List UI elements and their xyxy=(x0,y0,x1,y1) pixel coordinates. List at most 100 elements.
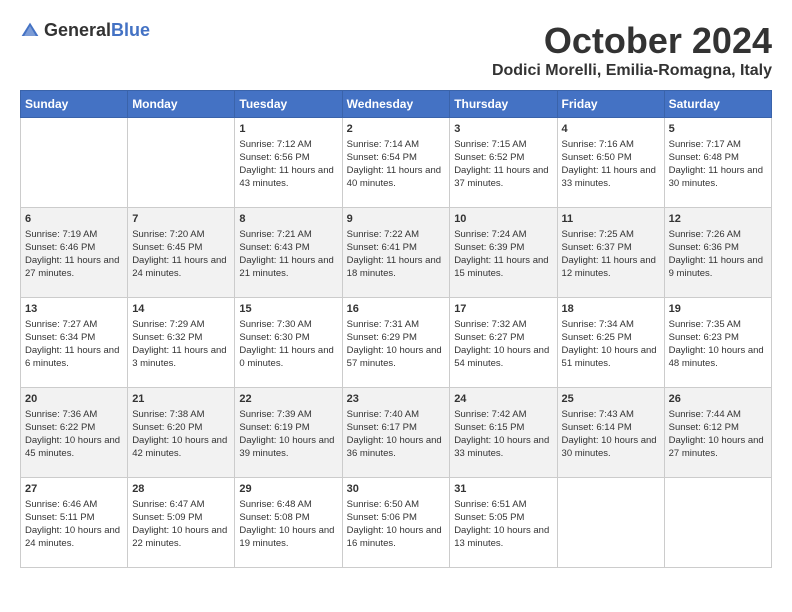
day-number: 2 xyxy=(347,122,446,137)
day-content: Sunrise: 7:34 AM Sunset: 6:25 PM Dayligh… xyxy=(562,319,660,370)
week-row-2: 13 Sunrise: 7:27 AM Sunset: 6:34 PM Dayli… xyxy=(21,298,772,388)
day-content: Sunrise: 6:51 AM Sunset: 5:05 PM Dayligh… xyxy=(454,499,552,550)
day-cell xyxy=(128,118,235,208)
day-number: 17 xyxy=(454,302,552,317)
day-cell: 13 Sunrise: 7:27 AM Sunset: 6:34 PM Dayli… xyxy=(21,298,128,388)
day-number: 7 xyxy=(132,212,230,227)
logo-text-general: General xyxy=(44,20,111,40)
day-number: 3 xyxy=(454,122,552,137)
day-number: 18 xyxy=(562,302,660,317)
header-cell-saturday: Saturday xyxy=(664,91,771,118)
day-content: Sunrise: 7:42 AM Sunset: 6:15 PM Dayligh… xyxy=(454,409,552,460)
day-number: 9 xyxy=(347,212,446,227)
header-cell-sunday: Sunday xyxy=(21,91,128,118)
day-cell: 20 Sunrise: 7:36 AM Sunset: 6:22 PM Dayli… xyxy=(21,388,128,478)
day-cell xyxy=(557,478,664,568)
logo-text-blue: Blue xyxy=(111,20,150,40)
day-number: 30 xyxy=(347,482,446,497)
day-number: 1 xyxy=(239,122,337,137)
day-cell: 6Sunrise: 7:19 AM Sunset: 6:46 PM Daylig… xyxy=(21,208,128,298)
day-content: Sunrise: 7:38 AM Sunset: 6:20 PM Dayligh… xyxy=(132,409,230,460)
day-number: 21 xyxy=(132,392,230,407)
day-content: Sunrise: 6:48 AM Sunset: 5:08 PM Dayligh… xyxy=(239,499,337,550)
header-cell-thursday: Thursday xyxy=(450,91,557,118)
day-cell: 27Sunrise: 6:46 AM Sunset: 5:11 PM Dayli… xyxy=(21,478,128,568)
location-title: Dodici Morelli, Emilia-Romagna, Italy xyxy=(492,62,772,80)
day-content: Sunrise: 7:43 AM Sunset: 6:14 PM Dayligh… xyxy=(562,409,660,460)
day-cell: 15 Sunrise: 7:30 AM Sunset: 6:30 PM Dayli… xyxy=(235,298,342,388)
day-number: 13 xyxy=(25,302,123,317)
day-content: Sunrise: 7:22 AM Sunset: 6:41 PM Dayligh… xyxy=(347,229,446,280)
day-cell: 3 Sunrise: 7:15 AM Sunset: 6:52 PM Daylig… xyxy=(450,118,557,208)
day-cell: 26 Sunrise: 7:44 AM Sunset: 6:12 PM Dayli… xyxy=(664,388,771,478)
page-header: GeneralBlue October 2024 Dodici Morelli,… xyxy=(20,20,772,80)
day-cell: 1 Sunrise: 7:12 AM Sunset: 6:56 PM Daylig… xyxy=(235,118,342,208)
logo-icon xyxy=(20,21,40,41)
day-content: Sunrise: 7:40 AM Sunset: 6:17 PM Dayligh… xyxy=(347,409,446,460)
day-cell: 19Sunrise: 7:35 AM Sunset: 6:23 PM Dayli… xyxy=(664,298,771,388)
day-content: Sunrise: 7:15 AM Sunset: 6:52 PM Dayligh… xyxy=(454,139,552,190)
header-cell-friday: Friday xyxy=(557,91,664,118)
day-cell: 30Sunrise: 6:50 AM Sunset: 5:06 PM Dayli… xyxy=(342,478,450,568)
day-content: Sunrise: 7:26 AM Sunset: 6:36 PM Dayligh… xyxy=(669,229,767,280)
day-content: Sunrise: 7:24 AM Sunset: 6:39 PM Dayligh… xyxy=(454,229,552,280)
month-title: October 2024 xyxy=(492,20,772,62)
day-cell: 28 Sunrise: 6:47 AM Sunset: 5:09 PM Dayli… xyxy=(128,478,235,568)
day-cell: 22 Sunrise: 7:39 AM Sunset: 6:19 PM Dayli… xyxy=(235,388,342,478)
day-cell: 10 Sunrise: 7:24 AM Sunset: 6:39 PM Dayli… xyxy=(450,208,557,298)
day-content: Sunrise: 7:31 AM Sunset: 6:29 PM Dayligh… xyxy=(347,319,446,370)
day-content: Sunrise: 7:27 AM Sunset: 6:34 PM Dayligh… xyxy=(25,319,123,370)
title-block: October 2024 Dodici Morelli, Emilia-Roma… xyxy=(492,20,772,80)
day-number: 5 xyxy=(669,122,767,137)
logo: GeneralBlue xyxy=(20,20,150,41)
day-cell xyxy=(664,478,771,568)
day-number: 25 xyxy=(562,392,660,407)
day-number: 15 xyxy=(239,302,337,317)
day-content: Sunrise: 7:32 AM Sunset: 6:27 PM Dayligh… xyxy=(454,319,552,370)
day-cell: 21 Sunrise: 7:38 AM Sunset: 6:20 PM Dayli… xyxy=(128,388,235,478)
day-content: Sunrise: 7:25 AM Sunset: 6:37 PM Dayligh… xyxy=(562,229,660,280)
day-cell: 25 Sunrise: 7:43 AM Sunset: 6:14 PM Dayli… xyxy=(557,388,664,478)
day-cell: 9 Sunrise: 7:22 AM Sunset: 6:41 PM Daylig… xyxy=(342,208,450,298)
day-content: Sunrise: 7:12 AM Sunset: 6:56 PM Dayligh… xyxy=(239,139,337,190)
day-cell: 4 Sunrise: 7:16 AM Sunset: 6:50 PM Daylig… xyxy=(557,118,664,208)
day-cell: 12 Sunrise: 7:26 AM Sunset: 6:36 PM Dayli… xyxy=(664,208,771,298)
day-content: Sunrise: 7:30 AM Sunset: 6:30 PM Dayligh… xyxy=(239,319,337,370)
week-row-4: 27Sunrise: 6:46 AM Sunset: 5:11 PM Dayli… xyxy=(21,478,772,568)
day-content: Sunrise: 7:20 AM Sunset: 6:45 PM Dayligh… xyxy=(132,229,230,280)
day-content: Sunrise: 7:21 AM Sunset: 6:43 PM Dayligh… xyxy=(239,229,337,280)
day-cell: 7 Sunrise: 7:20 AM Sunset: 6:45 PM Daylig… xyxy=(128,208,235,298)
week-row-1: 6Sunrise: 7:19 AM Sunset: 6:46 PM Daylig… xyxy=(21,208,772,298)
day-number: 22 xyxy=(239,392,337,407)
calendar-table: SundayMondayTuesdayWednesdayThursdayFrid… xyxy=(20,90,772,568)
day-number: 6 xyxy=(25,212,123,227)
header-cell-tuesday: Tuesday xyxy=(235,91,342,118)
day-number: 12 xyxy=(669,212,767,227)
day-cell: 2 Sunrise: 7:14 AM Sunset: 6:54 PM Daylig… xyxy=(342,118,450,208)
day-number: 8 xyxy=(239,212,337,227)
header-row: SundayMondayTuesdayWednesdayThursdayFrid… xyxy=(21,91,772,118)
day-content: Sunrise: 6:47 AM Sunset: 5:09 PM Dayligh… xyxy=(132,499,230,550)
day-cell: 14 Sunrise: 7:29 AM Sunset: 6:32 PM Dayli… xyxy=(128,298,235,388)
day-number: 28 xyxy=(132,482,230,497)
day-number: 4 xyxy=(562,122,660,137)
day-number: 27 xyxy=(25,482,123,497)
day-cell: 8 Sunrise: 7:21 AM Sunset: 6:43 PM Daylig… xyxy=(235,208,342,298)
day-number: 14 xyxy=(132,302,230,317)
day-cell: 18 Sunrise: 7:34 AM Sunset: 6:25 PM Dayli… xyxy=(557,298,664,388)
day-number: 10 xyxy=(454,212,552,227)
day-number: 26 xyxy=(669,392,767,407)
day-number: 20 xyxy=(25,392,123,407)
day-cell: 24Sunrise: 7:42 AM Sunset: 6:15 PM Dayli… xyxy=(450,388,557,478)
day-content: Sunrise: 7:39 AM Sunset: 6:19 PM Dayligh… xyxy=(239,409,337,460)
day-content: Sunrise: 7:16 AM Sunset: 6:50 PM Dayligh… xyxy=(562,139,660,190)
day-content: Sunrise: 7:29 AM Sunset: 6:32 PM Dayligh… xyxy=(132,319,230,370)
day-cell: 23Sunrise: 7:40 AM Sunset: 6:17 PM Dayli… xyxy=(342,388,450,478)
day-cell: 31Sunrise: 6:51 AM Sunset: 5:05 PM Dayli… xyxy=(450,478,557,568)
day-cell: 11Sunrise: 7:25 AM Sunset: 6:37 PM Dayli… xyxy=(557,208,664,298)
day-content: Sunrise: 7:44 AM Sunset: 6:12 PM Dayligh… xyxy=(669,409,767,460)
day-content: Sunrise: 7:14 AM Sunset: 6:54 PM Dayligh… xyxy=(347,139,446,190)
day-cell: 5Sunrise: 7:17 AM Sunset: 6:48 PM Daylig… xyxy=(664,118,771,208)
header-cell-wednesday: Wednesday xyxy=(342,91,450,118)
day-content: Sunrise: 7:36 AM Sunset: 6:22 PM Dayligh… xyxy=(25,409,123,460)
